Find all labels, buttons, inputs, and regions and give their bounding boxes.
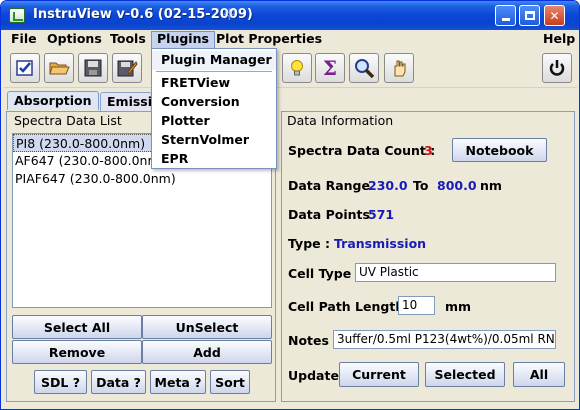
- range-start-value: 230.0: [368, 178, 408, 193]
- range-end-value: 800.0: [437, 178, 477, 193]
- points-label: Data Points: [288, 207, 370, 222]
- menu-item-epr[interactable]: EPR: [152, 150, 276, 169]
- menu-item-conversion[interactable]: Conversion: [152, 93, 276, 112]
- tab-absorption[interactable]: Absorption: [7, 91, 99, 110]
- power-icon[interactable]: [542, 53, 572, 83]
- update-current-button[interactable]: Current: [339, 362, 419, 387]
- menu-item-fretview[interactable]: FRETView: [152, 74, 276, 93]
- title-bar[interactable]: InstruView v-0.6 (02-15-2009) ☼ ✕: [1, 1, 579, 30]
- menu-plugins[interactable]: Plugins: [151, 31, 215, 49]
- menu-file[interactable]: File: [6, 31, 42, 49]
- update-selected-button[interactable]: Selected: [425, 362, 505, 387]
- menu-bar: File Options Tools Plugins Plot Properti…: [4, 30, 577, 49]
- update-all-button[interactable]: All: [513, 362, 565, 387]
- points-value: 571: [368, 207, 395, 222]
- count-label: Spectra Data Count :: [288, 143, 436, 158]
- data-info-title: Data Information: [285, 113, 396, 128]
- window-title: InstruView v-0.6 (02-15-2009): [33, 7, 253, 22]
- range-unit: nm: [480, 178, 502, 193]
- app-window: InstruView v-0.6 (02-15-2009) ☼ ✕ File O…: [0, 0, 580, 410]
- cell-type-field[interactable]: UV Plastic: [355, 263, 556, 282]
- select-all-button[interactable]: Select All: [12, 315, 142, 339]
- range-to-label: To: [413, 178, 429, 193]
- count-value: 3: [424, 143, 433, 158]
- lightbulb-icon[interactable]: [282, 53, 312, 83]
- unselect-button[interactable]: UnSelect: [142, 315, 272, 339]
- menu-options[interactable]: Options: [42, 31, 107, 49]
- sdl-help-button[interactable]: SDL ?: [34, 370, 87, 394]
- notebook-button[interactable]: Notebook: [452, 138, 547, 162]
- minimize-button[interactable]: [495, 5, 516, 26]
- notes-label: Notes: [288, 333, 329, 348]
- cell-type-label: Cell Type: [288, 266, 352, 281]
- cell-path-label: Cell Path Length: [288, 299, 405, 314]
- type-value: Transmission: [334, 236, 427, 251]
- toolbar: Σ: [4, 50, 577, 88]
- menu-help[interactable]: Help: [538, 31, 579, 49]
- cell-path-field[interactable]: 10: [398, 296, 435, 315]
- add-button[interactable]: Add: [142, 340, 272, 364]
- data-information-panel: Data Information Spectra Data Count : 3 …: [281, 111, 575, 402]
- app-icon: [9, 8, 25, 23]
- swirl-icon: ☼: [222, 5, 237, 24]
- save-disk-icon[interactable]: [78, 53, 108, 83]
- spectra-list-title: Spectra Data List: [12, 113, 124, 128]
- hand-icon[interactable]: [384, 53, 414, 83]
- menu-item-plugin-manager[interactable]: Plugin Manager: [152, 51, 276, 70]
- close-button[interactable]: ✕: [544, 5, 565, 26]
- open-folder-icon[interactable]: [44, 53, 74, 83]
- notes-field[interactable]: 3uffer/0.5ml P123(4wt%)/0.05ml RNA: [333, 330, 556, 349]
- menu-separator: [156, 71, 272, 72]
- magnifier-icon[interactable]: [349, 53, 379, 83]
- update-label: Update: [288, 368, 339, 383]
- save-as-icon[interactable]: [112, 53, 142, 83]
- menu-plot-properties[interactable]: Plot Properties: [211, 31, 327, 49]
- data-help-button[interactable]: Data ?: [91, 370, 146, 394]
- range-label: Data Range: [288, 178, 370, 193]
- remove-button[interactable]: Remove: [12, 340, 142, 364]
- list-item[interactable]: PIAF647 (230.0-800.0nm): [13, 170, 271, 188]
- sort-button[interactable]: Sort: [210, 370, 250, 394]
- plugins-dropdown-menu: Plugin Manager FRETView Conversion Plott…: [151, 48, 277, 169]
- cell-path-unit: mm: [445, 299, 472, 314]
- menu-tools[interactable]: Tools: [105, 31, 151, 49]
- meta-help-button[interactable]: Meta ?: [150, 370, 206, 394]
- menu-item-sternvolmer[interactable]: SternVolmer: [152, 131, 276, 150]
- menu-item-plotter[interactable]: Plotter: [152, 112, 276, 131]
- tab-emission[interactable]: Emissi: [100, 92, 152, 111]
- checkbox-icon[interactable]: [10, 53, 40, 83]
- maximize-button[interactable]: [519, 5, 540, 26]
- sigma-icon[interactable]: Σ: [315, 53, 345, 83]
- type-label: Type :: [288, 236, 330, 251]
